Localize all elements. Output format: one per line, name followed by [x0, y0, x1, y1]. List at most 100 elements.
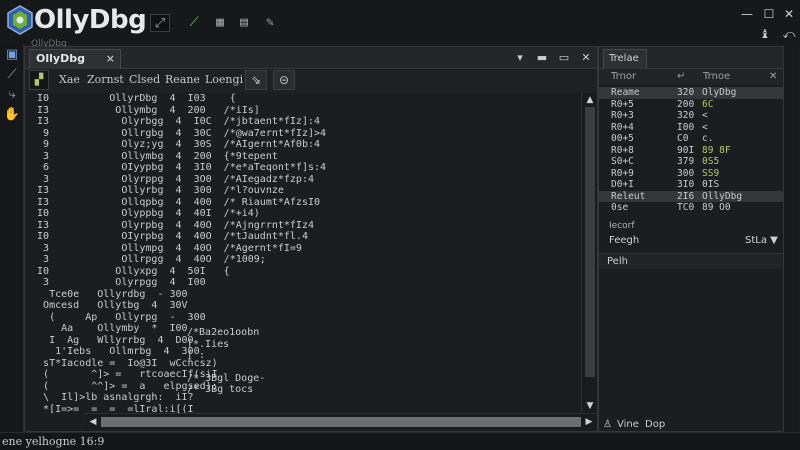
code-line[interactable]: 1'Iebs Ollmrbg 4 300 — [25, 346, 326, 358]
mode-icon[interactable]: ▞ — [29, 70, 49, 90]
code-view[interactable]: ⌸ ⌵ ⌞ I0 OllyrDbg 4 I03 { I3 Ollymbg 4 2… — [25, 93, 581, 413]
tab-trelae[interactable]: Trelae — [603, 49, 647, 69]
register-value: TC0 — [677, 202, 695, 213]
code-listing: I0 OllyrDbg 4 I03 { I3 Ollymbg 4 200 /*i… — [25, 93, 326, 413]
register-row[interactable]: R0+5 200 6C — [599, 99, 783, 111]
register-row[interactable]: 0se TC0 89 O0 — [599, 202, 783, 214]
code-line[interactable]: 3 Olyrpgg 4 I00 — [25, 277, 326, 289]
code-line[interactable]: I0 OIyrpbg 4 40O /*tJaudnt*fl.4 — [25, 231, 326, 243]
expand-icon[interactable]: ⤢ — [150, 14, 170, 32]
code-line[interactable]: 3 Ollrpgg 4 40O /*1009; — [25, 254, 326, 266]
tab-dop[interactable]: Dop — [645, 419, 665, 430]
code-line[interactable]: I3 Ollyrbg 4 300 /*l?ouvnze — [25, 185, 326, 197]
register-row[interactable]: Reame 320 OlyDbg — [599, 87, 783, 99]
enter-icon[interactable]: ↵ — [677, 71, 685, 82]
register-value: 320 — [677, 110, 695, 121]
close-pane-button[interactable]: ✕ — [577, 50, 595, 66]
document-icon[interactable]: ▣ — [3, 46, 21, 64]
code-line[interactable]: 3 Ollymbg 4 200 {*9tepent — [25, 151, 326, 163]
step-into-icon[interactable]: ⇘ — [245, 70, 267, 90]
register-row[interactable]: R0+8 90I 89 8F — [599, 145, 783, 157]
register-row[interactable]: R0+4 I00 < — [599, 122, 783, 134]
panel-close-icon[interactable]: ✕ — [769, 71, 777, 82]
code-line[interactable]: Tce0e Ollyrdbg - 300 — [25, 289, 326, 301]
code-line[interactable]: I Ag Wllyrrbg 4 D00 — [25, 335, 326, 347]
list-icon[interactable]: ▤ — [234, 14, 254, 32]
tab-close-icon[interactable]: × — [106, 50, 115, 68]
menu-item-loengi[interactable]: Loengi — [205, 73, 243, 86]
register-row[interactable]: R0+9 300 SS9 — [599, 168, 783, 180]
close-button[interactable]: ✕ — [778, 6, 800, 22]
menu-item-xae[interactable]: Xae — [59, 73, 80, 86]
search-icon[interactable]: ⊝ — [273, 70, 295, 90]
menu-item-clsed[interactable]: Clsed — [129, 73, 160, 86]
register-row[interactable]: D0+I 3I0 0IS — [599, 179, 783, 191]
title-bar: OllyDbg ⤢ ⟋ ▦ ▤ ✎ — ☐ ✕ ♝ ⤺ — [0, 0, 800, 44]
horizontal-scroll-thumb[interactable] — [101, 417, 581, 427]
tab-vine[interactable]: Vine — [617, 419, 639, 430]
pawn-icon[interactable]: ♙ — [603, 419, 612, 430]
horizontal-scrollbar[interactable]: ◀ ▶ — [85, 413, 597, 429]
register-desc: 89 8F — [702, 144, 731, 156]
vertical-scrollbar[interactable]: ▲ ▼ — [581, 93, 597, 413]
scroll-down-icon[interactable]: ▼ — [582, 399, 598, 413]
register-name: R0+8 — [611, 144, 634, 156]
code-line[interactable]: I0 Olyppbg 4 40I /*+i4) — [25, 208, 326, 220]
code-line[interactable]: \ Il]>lb asnalgrgh: iI? — [25, 392, 326, 404]
section-row[interactable]: Feegh StLa ▼ — [599, 233, 783, 249]
maximize-button[interactable]: ☐ — [758, 6, 780, 22]
code-line[interactable]: 3 Olyrppg 4 3O0 /*AIegadz*fzp:4 — [25, 174, 326, 186]
register-row[interactable]: R0+3 320 < — [599, 110, 783, 122]
code-line[interactable]: 6 OIyypbg 4 3I0 /*e*aTeqont*f]s:4 — [25, 162, 326, 174]
code-line[interactable]: 3 Ollympg 4 40O /*Agernt*fI=9 — [25, 243, 326, 255]
code-line[interactable]: I3 Ollymbg 4 200 /*iIs] — [25, 105, 326, 117]
register-value: 200 — [677, 98, 695, 110]
annotation-line: [*.Iies — [187, 338, 230, 350]
code-line[interactable]: I0 OllyrDbg 4 I03 { — [25, 93, 326, 105]
code-line[interactable]: I3 Ollqpbg 4 400 /* Riaumt*AfzsI0 — [25, 197, 326, 209]
minimize-pane-button[interactable]: ▬ — [533, 50, 551, 66]
code-line[interactable]: I3 Olyrpbg 4 40O /*Ajngrrnt*fIz4 — [25, 220, 326, 232]
register-value: C0 — [677, 133, 689, 144]
vertical-scroll-thumb[interactable] — [585, 107, 595, 377]
step-icon[interactable]: ⤷ — [3, 86, 21, 104]
scroll-left-icon[interactable]: ◀ — [85, 415, 101, 429]
code-line[interactable]: *[I=>= = = =lIral:i[(I — [25, 404, 326, 414]
scroll-right-icon[interactable]: ▶ — [581, 415, 597, 429]
minimize-button[interactable]: — — [736, 6, 758, 22]
register-row[interactable]: Releut 2I6 OllyDbg — [599, 190, 783, 202]
dropdown-icon[interactable]: ▾ — [511, 50, 529, 66]
grid-icon[interactable]: ▦ — [210, 14, 230, 32]
code-line[interactable]: 9 Olyz;yg 4 30S /*AIgernt*Af0b:4 — [25, 139, 326, 151]
code-line[interactable]: Aa Ollymby * I00 — [25, 323, 326, 335]
right-edge-scrollbar[interactable] — [784, 46, 798, 432]
register-row[interactable]: 00+5 C0 c. — [599, 133, 783, 145]
annotation-line: /*Ba2eo1oobn — [187, 327, 260, 338]
code-line[interactable]: sT*Iacodle = Io@3I wCchcsz) — [25, 358, 326, 370]
section-row-label: Feegh — [609, 235, 640, 246]
code-line[interactable]: Omcesd Ollytbg 4 30V — [25, 300, 326, 312]
menu-item-zornst[interactable]: Zornst — [87, 73, 124, 86]
menu-item-reane[interactable]: Reane — [165, 73, 200, 86]
line-tool-icon[interactable]: ⟋ — [3, 66, 21, 84]
code-line[interactable]: I3 Olyrbgg 4 I0C /*jbtaent*fIz]:4 — [25, 116, 326, 128]
pen-icon[interactable]: ⟋ — [184, 14, 204, 32]
edit-icon[interactable]: ✎ — [260, 14, 280, 32]
code-line[interactable]: ( Ap Ollyrpg - 300 — [25, 312, 326, 324]
restore-pane-button[interactable]: ▭ — [555, 50, 573, 66]
scroll-up-icon[interactable]: ▲ — [582, 93, 598, 107]
register-row[interactable]: S0+C 379 0S5 — [599, 156, 783, 168]
person-icon[interactable]: ♝ — [754, 26, 776, 42]
path-section[interactable]: Pelh — [599, 253, 783, 269]
code-line[interactable]: 9 Ollrgbg 4 30C /*@wa7ernt*fIz]>4 — [25, 128, 326, 140]
section-dropdown[interactable]: StLa ▼ — [745, 235, 778, 246]
register-name: 0se — [611, 202, 629, 213]
code-line[interactable]: I0 Ollyxpg 4 50I { — [25, 266, 326, 278]
panel-tab-bar: Trelae — [599, 47, 783, 69]
undo-icon[interactable]: ⤺ — [778, 26, 800, 42]
code-line[interactable]: ( ^]> = rtcoaecIf(siI — [25, 369, 326, 381]
tab-ollydbg[interactable]: OllyDbg × — [29, 49, 121, 69]
register-desc: 0IS — [702, 179, 720, 190]
bookmark-icon[interactable]: ✋ — [3, 106, 21, 124]
code-line[interactable]: ( ^^]> = a elpgsed); — [25, 381, 326, 393]
